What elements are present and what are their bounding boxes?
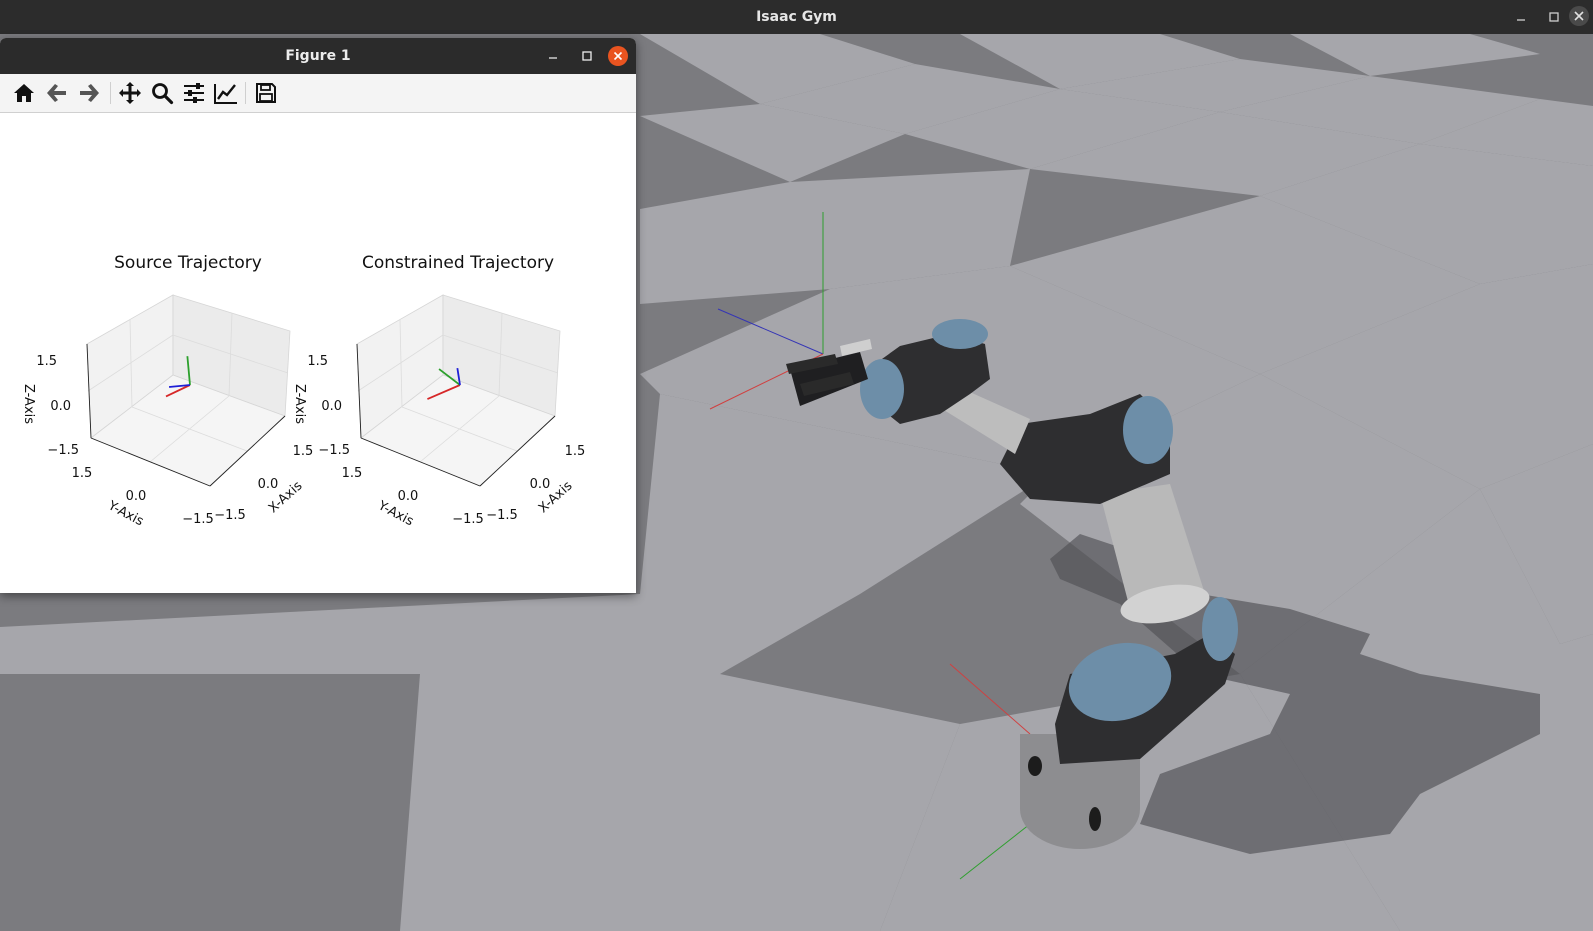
app-title: Isaac Gym [756,9,837,25]
plot-title: Source Trajectory [114,253,262,273]
y-tick-label: 0.0 [398,489,419,504]
z-axis-label: Z-Axis [292,384,307,424]
home-icon[interactable] [10,79,38,107]
figure-window: Figure 1 Source Trajectory 1.5 0.0 −1.5 … [0,38,636,593]
figure-toolbar [0,74,636,113]
subplot-constrained-trajectory: Constrained Trajectory Z-Axis 1.5 0.0 −1… [292,253,585,530]
z-tick-label: −1.5 [47,443,79,458]
back-arrow-icon[interactable] [43,79,71,107]
z-tick-label: 1.5 [307,354,328,369]
figure-titlebar[interactable]: Figure 1 [0,38,636,74]
x-tick-label: −1.5 [214,508,246,523]
plot-title: Constrained Trajectory [362,253,554,273]
close-icon[interactable] [608,46,628,66]
z-tick-label: 0.0 [321,399,342,414]
app-titlebar: Isaac Gym [0,0,1593,34]
z-tick-label: 1.5 [36,354,57,369]
maximize-icon[interactable] [1542,5,1566,29]
y-tick-label: −1.5 [452,512,484,527]
x-tick-label: 0.0 [258,477,279,492]
x-tick-label: −1.5 [486,508,518,523]
close-icon[interactable] [1567,4,1591,28]
save-icon[interactable] [252,79,280,107]
x-tick-label: 1.5 [293,444,314,459]
toolbar-separator [110,82,111,104]
z-tick-label: 0.0 [50,399,71,414]
minimize-icon[interactable] [1509,5,1533,29]
z-axis-label: Z-Axis [21,384,36,424]
figure-canvas[interactable]: Source Trajectory 1.5 0.0 −1.5 Z-Axis 1.… [0,113,636,593]
y-tick-label: 1.5 [72,466,93,481]
forward-arrow-icon[interactable] [75,79,103,107]
edit-axis-icon[interactable] [212,79,240,107]
maximize-icon[interactable] [575,44,599,68]
subplots-config-icon[interactable] [180,79,208,107]
z-tick-label: −1.5 [318,443,350,458]
pan-icon[interactable] [116,79,144,107]
zoom-icon[interactable] [148,79,176,107]
toolbar-separator [245,82,246,104]
y-tick-label: −1.5 [182,512,214,527]
subplot-source-trajectory: Source Trajectory 1.5 0.0 −1.5 Z-Axis 1.… [21,253,313,530]
x-tick-label: 1.5 [565,444,586,459]
minimize-icon[interactable] [541,44,565,68]
y-tick-label: 1.5 [342,466,363,481]
y-tick-label: 0.0 [126,489,147,504]
x-tick-label: 0.0 [530,477,551,492]
